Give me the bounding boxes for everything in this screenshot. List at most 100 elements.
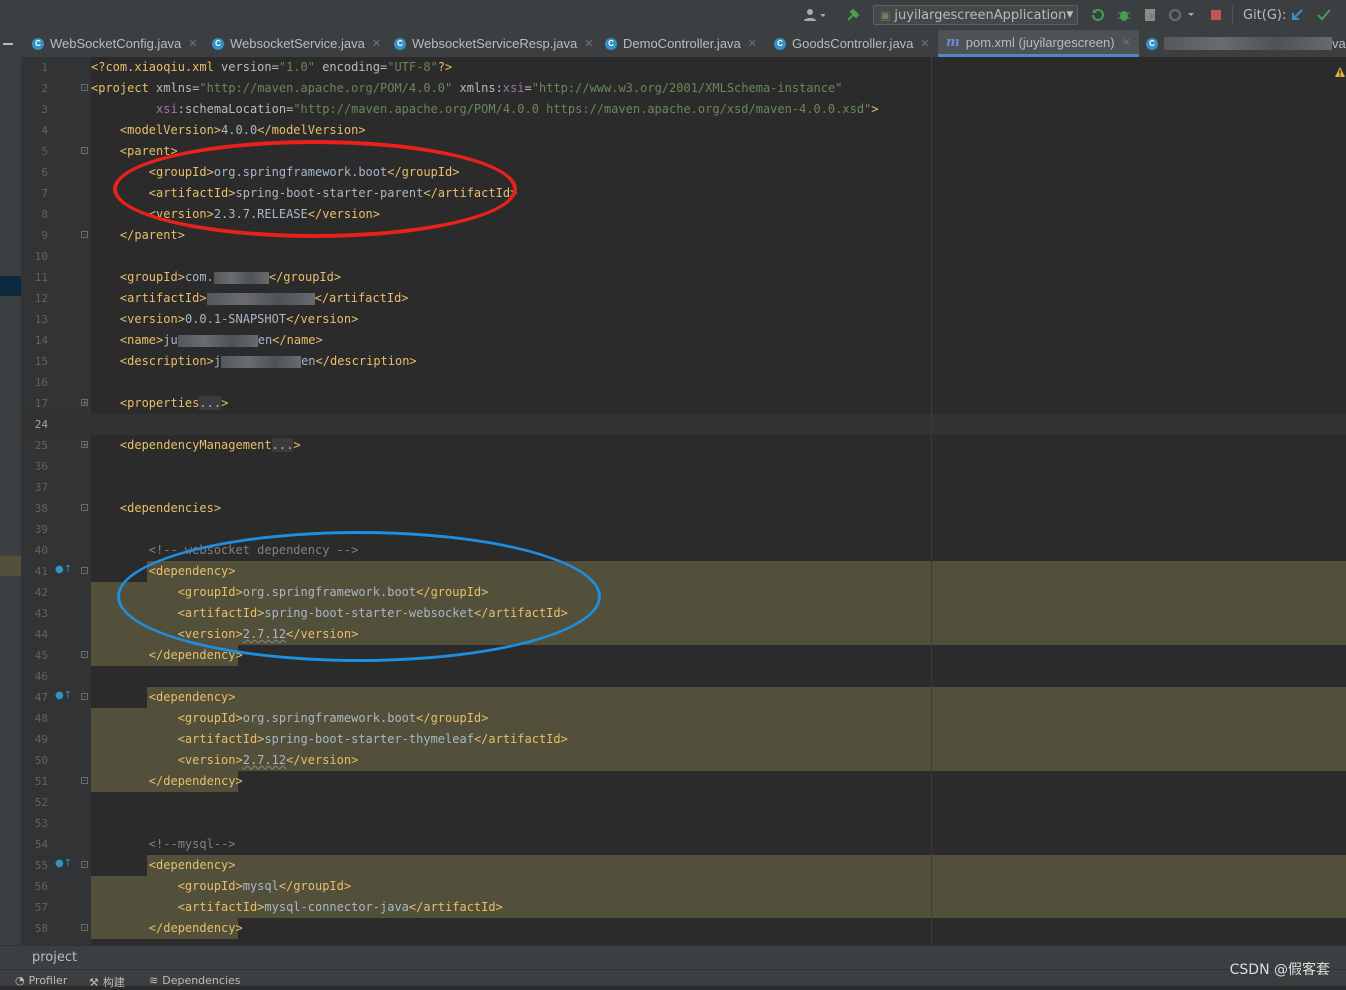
line-number: 15 xyxy=(34,355,48,368)
rerun-icon[interactable] xyxy=(1090,5,1106,25)
line-number: 10 xyxy=(34,250,48,263)
code-line-11: <groupId>com. </groupId> xyxy=(119,270,342,284)
code-line-3: xsi:schemaLocation="http://maven.apache.… xyxy=(156,102,879,116)
code-line-12: <artifactId> </artifactId> xyxy=(119,291,409,305)
folded-region[interactable]: ... xyxy=(199,396,222,410)
code-line-15: <description>j en</description> xyxy=(119,354,417,368)
line-number: 43 xyxy=(34,607,48,620)
code-line-17: <properties...> xyxy=(119,396,229,410)
tab-hidden-file[interactable]: C va xyxy=(1146,30,1346,57)
code-line-38: <dependencies> xyxy=(119,501,222,515)
tool-strip-marker xyxy=(0,276,21,296)
code-line-1: <?com.xiaoqiu.xml version="1.0" encoding… xyxy=(91,60,453,74)
user-icon[interactable] xyxy=(803,5,825,25)
fold-marker-icon[interactable]: - xyxy=(81,924,88,932)
git-commit-icon[interactable] xyxy=(1316,5,1332,25)
line-number: 16 xyxy=(34,376,48,389)
line-number: 3 xyxy=(41,103,48,116)
tool-strip-marker-2 xyxy=(0,556,21,576)
line-number: 56 xyxy=(34,880,48,893)
tab-goodscontroller[interactable]: C GoodsController.java ✕ xyxy=(774,30,930,57)
tab-democontroller[interactable]: C DemoController.java ✕ xyxy=(605,30,757,57)
line-number: 11 xyxy=(34,271,48,284)
line-number: 55 xyxy=(34,859,48,872)
fold-marker-icon[interactable]: - xyxy=(81,693,88,701)
line-number: 48 xyxy=(34,712,48,725)
code-line-40: <!-- websocket dependency --> xyxy=(148,543,359,557)
java-class-icon: C xyxy=(394,37,406,50)
code-line-57: <artifactId>mysql-connector-java</artifa… xyxy=(177,900,503,914)
line-number: 1 xyxy=(41,61,48,74)
line-number: 39 xyxy=(34,523,48,536)
line-number: 37 xyxy=(34,481,48,494)
line-number: 24 xyxy=(34,418,48,431)
line-number: 25 xyxy=(34,439,48,452)
fold-marker-icon[interactable]: + xyxy=(81,441,88,449)
blurred-tab-label xyxy=(1164,37,1332,50)
profiler-tool-button[interactable]: ◔ Profiler xyxy=(15,974,67,987)
override-icon[interactable]: ●↑ xyxy=(55,858,72,869)
close-icon[interactable]: ✕ xyxy=(748,37,757,50)
code-line-50: <version>2.7.12</version> xyxy=(177,753,359,767)
line-number: 13 xyxy=(34,313,48,326)
close-icon[interactable]: ✕ xyxy=(372,37,381,50)
close-icon[interactable]: ✕ xyxy=(920,37,929,50)
override-icon[interactable]: ●↑ xyxy=(55,690,72,701)
fold-marker-icon[interactable]: - xyxy=(81,84,88,92)
tab-websocketconfig[interactable]: C WebSocketConfig.java ✕ xyxy=(32,30,198,57)
line-number: 4 xyxy=(41,124,48,137)
fold-marker-icon[interactable]: - xyxy=(81,231,88,239)
breadcrumb[interactable]: project xyxy=(32,950,77,965)
tab-pom-xml[interactable]: m pom.xml (juyilargescreen) ✕ xyxy=(938,30,1139,57)
line-number: 51 xyxy=(34,775,48,788)
profile-icon[interactable] xyxy=(1168,5,1196,25)
code-line-42: <groupId>org.springframework.boot</group… xyxy=(177,585,489,599)
watermark: CSDN @假客套 xyxy=(1229,962,1330,978)
coverage-icon[interactable] xyxy=(1142,5,1158,25)
dependencies-tool-button[interactable]: ≋ Dependencies xyxy=(149,974,241,987)
fold-marker-icon[interactable]: - xyxy=(81,777,88,785)
code-line-56: <groupId>mysql</groupId> xyxy=(177,879,352,893)
java-class-icon: C xyxy=(212,37,224,50)
fold-marker-icon[interactable]: - xyxy=(81,567,88,575)
line-number: 38 xyxy=(34,502,48,515)
warning-icon[interactable] xyxy=(1334,63,1346,82)
override-icon[interactable]: ●↑ xyxy=(55,564,72,575)
git-update-icon[interactable] xyxy=(1290,5,1304,25)
run-config-label: juyilargescreenApplication xyxy=(894,7,1067,23)
current-line-highlight xyxy=(21,414,1346,435)
tab-websocketservice[interactable]: C WebsocketService.java ✕ xyxy=(212,30,381,57)
close-icon[interactable]: ✕ xyxy=(1122,36,1131,49)
left-tool-strip xyxy=(0,57,22,945)
tab-websocketserviceresp[interactable]: C WebsocketServiceResp.java ✕ xyxy=(394,30,593,57)
fold-marker-icon[interactable]: + xyxy=(81,399,88,407)
line-number: 17 xyxy=(34,397,48,410)
stop-icon[interactable] xyxy=(1210,5,1224,25)
tab-menu-icon[interactable] xyxy=(0,30,16,57)
folded-region[interactable]: ... xyxy=(271,438,294,452)
line-number: 41 xyxy=(34,565,48,578)
tab-label: DemoController.java xyxy=(623,36,741,51)
close-icon[interactable]: ✕ xyxy=(188,37,197,50)
toolbar-divider xyxy=(1232,6,1233,24)
code-line-9: </parent> xyxy=(119,228,185,242)
code-line-7: <artifactId>spring-boot-starter-parent</… xyxy=(148,186,518,200)
run-config-select[interactable]: ▣ juyilargescreenApplication ▼ xyxy=(873,5,1078,25)
line-number: 49 xyxy=(34,733,48,746)
fold-marker-icon[interactable]: - xyxy=(81,861,88,869)
fold-marker-icon[interactable]: - xyxy=(81,651,88,659)
right-margin-guide xyxy=(931,57,932,945)
close-icon[interactable]: ✕ xyxy=(584,37,593,50)
fold-marker-icon[interactable]: - xyxy=(81,504,88,512)
build-hammer-icon[interactable] xyxy=(845,5,861,25)
code-line-58: </dependency> xyxy=(148,921,243,935)
build-hammer-icon: ⚒ xyxy=(89,975,99,989)
code-line-43: <artifactId>spring-boot-starter-websocke… xyxy=(177,606,568,620)
fold-marker-icon[interactable]: - xyxy=(81,147,88,155)
line-number: 46 xyxy=(34,670,48,683)
line-number: 54 xyxy=(34,838,48,851)
code-line-51: </dependency> xyxy=(148,774,243,788)
build-tool-button[interactable]: ⚒ 构建 xyxy=(89,974,125,990)
line-number: 47 xyxy=(34,691,48,704)
debug-bug-icon[interactable] xyxy=(1116,5,1132,25)
